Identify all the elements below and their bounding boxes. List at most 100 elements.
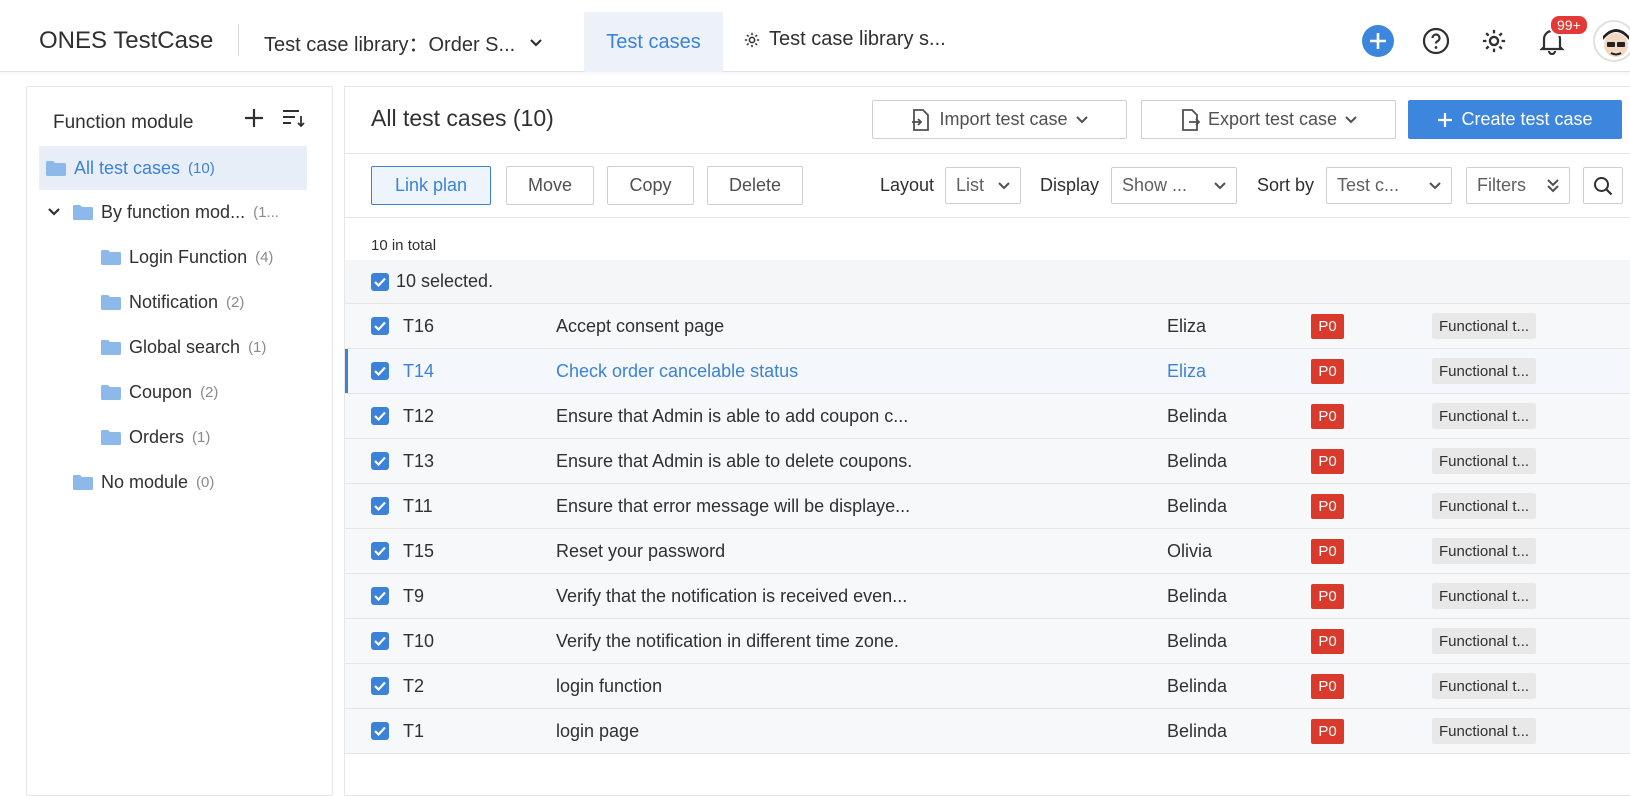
row-checkbox[interactable] (371, 722, 389, 740)
case-type-tag: Functional t... (1432, 673, 1537, 699)
case-title[interactable]: Reset your password (556, 541, 725, 562)
search-icon (1594, 176, 1613, 195)
create-test-case-label: Create test case (1461, 109, 1593, 129)
chevron-down-icon (1429, 181, 1441, 189)
delete-button[interactable]: Delete (707, 166, 803, 205)
page-title: All test cases (10) (371, 105, 554, 131)
priority-badge: P0 (1311, 313, 1344, 339)
layout-select[interactable]: List (945, 167, 1021, 204)
row-checkbox[interactable] (371, 542, 389, 560)
sidebar-item-label: Login Function (129, 246, 248, 267)
filters-button[interactable]: Filters (1466, 167, 1570, 204)
row-checkbox[interactable] (371, 317, 389, 335)
avatar[interactable] (1593, 20, 1630, 62)
case-id: T16 (403, 315, 435, 336)
tab-library-settings[interactable]: Test case library s... (743, 28, 946, 51)
sidebar-item-no-module[interactable]: No module (0) (73, 460, 214, 504)
link-plan-button[interactable]: Link plan (371, 166, 491, 205)
add-module-button[interactable] (243, 107, 265, 129)
table-row[interactable]: T12 Ensure that Admin is able to add cou… (345, 394, 1630, 439)
import-icon (912, 108, 930, 131)
case-title[interactable]: Ensure that Admin is able to add coupon … (556, 406, 908, 427)
case-type-tag: Functional t... (1432, 313, 1537, 339)
help-button[interactable] (1420, 25, 1452, 57)
create-test-case-button[interactable]: Create test case (1408, 100, 1622, 139)
table-row[interactable]: T11 Ensure that error message will be di… (345, 484, 1630, 529)
settings-button[interactable] (1478, 25, 1510, 57)
row-checkbox[interactable] (371, 452, 389, 470)
folder-icon (101, 249, 121, 265)
folder-icon (73, 204, 93, 220)
sidebar-item-count: (2) (226, 293, 245, 311)
gear-icon (1482, 29, 1506, 53)
nav-divider (238, 24, 239, 56)
case-title[interactable]: Ensure that Admin is able to delete coup… (556, 451, 912, 472)
row-checkbox[interactable] (371, 362, 389, 380)
sidebar-item-notification[interactable]: Notification (2) (101, 280, 244, 324)
library-selector[interactable]: Test case library：Order S... (264, 28, 543, 57)
case-type-tag: Functional t... (1432, 718, 1537, 744)
sidebar-item-label: Notification (129, 291, 219, 312)
case-owner: Olivia (1167, 540, 1213, 561)
tab-test-cases[interactable]: Test cases (584, 12, 723, 72)
case-title[interactable]: Accept consent page (556, 316, 724, 337)
search-button[interactable] (1583, 167, 1623, 204)
table-row[interactable]: T15 Reset your password Olivia P0 Functi… (345, 529, 1630, 574)
export-icon (1182, 108, 1200, 131)
table-row[interactable]: T14 Check order cancelable status Eliza … (345, 349, 1630, 394)
table-row[interactable]: T9 Verify that the notification is recei… (345, 574, 1630, 619)
copy-button[interactable]: Copy (607, 166, 694, 205)
case-title[interactable]: Verify the notification in different tim… (556, 631, 899, 652)
row-checkbox[interactable] (371, 632, 389, 650)
plus-circle-icon (1362, 25, 1394, 57)
case-owner: Eliza (1167, 360, 1207, 381)
case-title[interactable]: login function (556, 676, 662, 697)
active-row-indicator (345, 349, 348, 393)
row-checkbox[interactable] (371, 587, 389, 605)
export-test-case-button[interactable]: Export test case (1141, 100, 1396, 139)
table-row[interactable]: T1 login page Belinda P0 Functional t... (345, 709, 1630, 754)
sidebar-item-login-function[interactable]: Login Function (4) (101, 235, 273, 279)
sort-by-select-value: Test c... (1337, 175, 1400, 195)
user-avatar-icon (1603, 29, 1629, 57)
sidebar-item-all-test-cases[interactable]: All test cases (10) (39, 146, 307, 190)
case-title[interactable]: Verify that the notification is received… (556, 586, 907, 607)
case-type-tag: Functional t... (1432, 403, 1537, 429)
row-checkbox[interactable] (371, 407, 389, 425)
display-select[interactable]: Show ... (1111, 167, 1237, 204)
sort-modules-button[interactable] (281, 107, 305, 129)
select-all-checkbox[interactable] (371, 272, 389, 291)
folder-icon (101, 384, 121, 400)
import-test-case-button[interactable]: Import test case (872, 100, 1127, 139)
chevron-down-icon[interactable] (47, 207, 61, 217)
case-id: T12 (403, 405, 435, 426)
sidebar-item-label: No module (101, 471, 189, 492)
table-row[interactable]: T10 Verify the notification in different… (345, 619, 1630, 664)
sidebar-item-coupon[interactable]: Coupon (2) (101, 370, 218, 414)
sidebar-item-global-search[interactable]: Global search (1) (101, 325, 266, 369)
sort-by-select[interactable]: Test c... (1326, 167, 1452, 204)
chevron-down-icon (1075, 115, 1088, 123)
divider (345, 217, 1630, 218)
sidebar-item-orders[interactable]: Orders (1) (101, 415, 210, 459)
display-label: Display (1040, 175, 1100, 195)
table-row[interactable]: T16 Accept consent page Eliza P0 Functio… (345, 304, 1630, 349)
layout-label: Layout (880, 175, 935, 195)
priority-badge: P0 (1311, 493, 1344, 519)
row-checkbox[interactable] (371, 497, 389, 515)
quick-add-button[interactable] (1362, 25, 1394, 57)
case-id: T2 (403, 675, 425, 696)
priority-badge: P0 (1311, 628, 1344, 654)
checkmark-icon (374, 366, 386, 376)
case-title[interactable]: login page (556, 721, 639, 742)
case-title[interactable]: Check order cancelable status (556, 361, 798, 382)
case-title[interactable]: Ensure that error message will be displa… (556, 496, 910, 517)
sidebar-item-count: (1... (253, 203, 279, 221)
move-button[interactable]: Move (506, 166, 594, 205)
sidebar-item-by-function-module[interactable]: By function mod... (1... (47, 190, 317, 234)
row-checkbox[interactable] (371, 677, 389, 695)
table-row[interactable]: T2 login function Belinda P0 Functional … (345, 664, 1630, 709)
gear-icon (744, 32, 760, 47)
table-row[interactable]: T13 Ensure that Admin is able to delete … (345, 439, 1630, 484)
library-selector-label: Test case library：Order S... (264, 34, 516, 56)
